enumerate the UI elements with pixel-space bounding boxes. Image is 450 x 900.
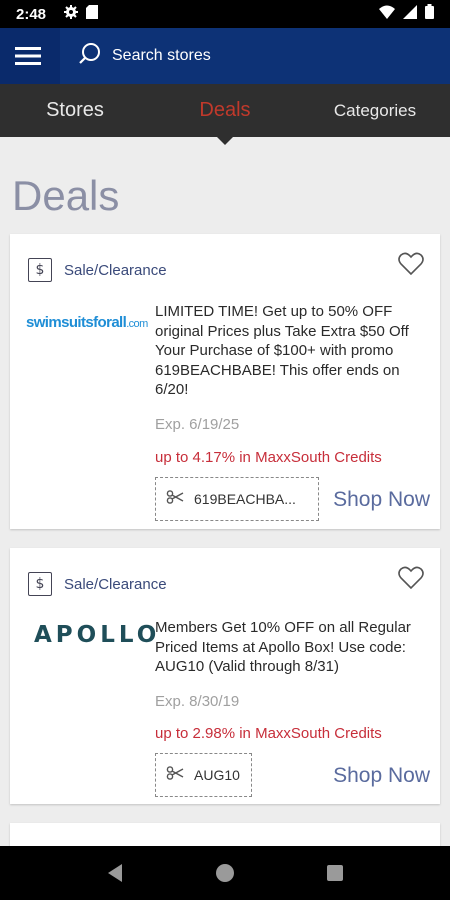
store-logo-swimsuitsforall[interactable]: swimsuitsforall.com	[26, 314, 148, 331]
dollar-icon: $	[28, 572, 52, 596]
deal-expiration: Exp. 8/30/19	[155, 693, 240, 710]
search-input[interactable]: Search stores	[60, 28, 450, 84]
system-navigation-bar	[0, 846, 450, 900]
shop-now-button[interactable]: Shop Now	[333, 488, 430, 512]
back-icon[interactable]	[95, 853, 135, 893]
shop-now-button[interactable]: Shop Now	[333, 764, 430, 788]
tab-deals[interactable]: Deals	[150, 84, 300, 145]
favorite-heart-icon[interactable]	[398, 252, 426, 278]
coupon-code: 619BEACHBA...	[194, 491, 296, 507]
coupon-code-button[interactable]: AUG10	[155, 753, 252, 797]
deal-card[interactable]: $ Sale/Clearance swimsuitsforall.com LIM…	[10, 234, 440, 529]
deal-card[interactable]: $ Sale/Clearance APOLLO Members Get 10% …	[10, 548, 440, 804]
deal-credits: up to 4.17% in MaxxSouth Credits	[155, 449, 382, 466]
tab-bar: Stores Deals Categories	[0, 84, 450, 145]
coupon-code-button[interactable]: 619BEACHBA...	[155, 477, 319, 521]
search-placeholder: Search stores	[112, 47, 211, 64]
store-logo-suffix: .com	[126, 318, 148, 330]
scissors-icon	[166, 765, 184, 785]
gear-icon	[64, 4, 79, 24]
recents-icon[interactable]	[315, 853, 355, 893]
store-logo-apollo[interactable]: APOLLO	[34, 622, 160, 648]
category-label: Sale/Clearance	[64, 575, 167, 593]
search-icon	[78, 42, 102, 71]
deal-credits: up to 2.98% in MaxxSouth Credits	[155, 725, 382, 742]
deal-description: LIMITED TIME! Get up to 50% OFF original…	[155, 303, 409, 398]
battery-icon	[425, 4, 434, 24]
tab-categories[interactable]: Categories	[300, 84, 450, 137]
category-label: Sale/Clearance	[64, 261, 167, 279]
status-bar: 2:48	[0, 0, 450, 28]
tab-stores[interactable]: Stores	[0, 84, 150, 137]
app-bar: Search stores	[0, 28, 450, 84]
scissors-icon	[166, 489, 184, 509]
coupon-code: AUG10	[194, 767, 240, 783]
sd-card-icon	[86, 4, 99, 24]
dollar-icon: $	[28, 258, 52, 282]
deal-category: $ Sale/Clearance	[28, 572, 167, 596]
page-title: Deals	[12, 172, 120, 219]
home-icon[interactable]	[205, 853, 245, 893]
store-logo-text: swimsuitsforall	[26, 314, 127, 331]
status-time: 2:48	[16, 5, 47, 23]
deal-description: Members Get 10% OFF on all Regular Price…	[155, 619, 411, 675]
hamburger-menu-icon[interactable]	[0, 28, 56, 84]
deal-expiration: Exp. 6/19/25	[155, 416, 240, 433]
wifi-icon	[379, 5, 395, 24]
signal-icon	[403, 4, 417, 24]
deal-category: $ Sale/Clearance	[28, 258, 167, 282]
favorite-heart-icon[interactable]	[398, 566, 426, 592]
